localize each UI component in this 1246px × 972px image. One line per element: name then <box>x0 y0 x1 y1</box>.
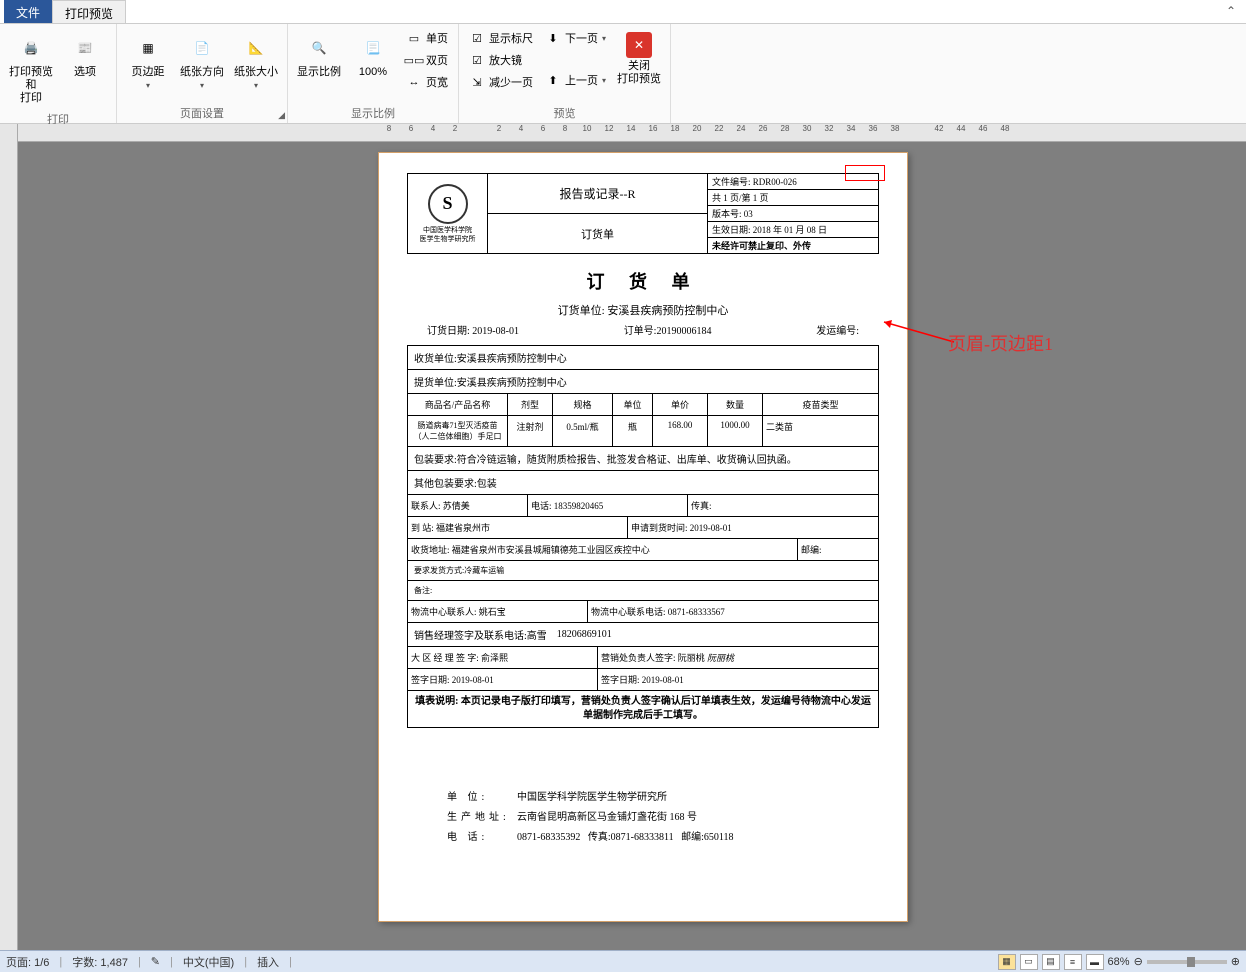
checkbox-checked-icon: ☑ <box>469 30 485 46</box>
paper-size-icon: 📐 <box>240 32 272 64</box>
zoom-slider[interactable] <box>1147 960 1227 964</box>
group-label-page-setup: 页面设置 <box>123 103 281 121</box>
group-zoom: 🔍 显示比例 📃 100% ▭单页 ▭▭双页 ↔页宽 显示比例 <box>288 24 459 123</box>
horizontal-ruler[interactable]: 8642246810121416182022242628303234363842… <box>18 124 1246 142</box>
two-pages-button[interactable]: ▭▭双页 <box>402 50 452 70</box>
margins-icon: ▦ <box>132 32 164 64</box>
view-web-layout-button[interactable]: ▤ <box>1042 954 1060 970</box>
group-label-preview: 预览 <box>465 103 664 121</box>
order-form-table: 收货单位: 安溪县疾病预防控制中心 提货单位: 安溪县疾病预防控制中心 商品名/… <box>407 345 879 728</box>
magnifier-checkbox[interactable]: ☑放大镜 <box>465 50 537 70</box>
zoom-button[interactable]: 🔍 显示比例 <box>294 28 344 83</box>
ribbon: 🖨️ 打印预览和打印 📰 选项 打印 ▦ 页边距▾ 📄 纸张方向▾ <box>0 24 1246 124</box>
page-width-button[interactable]: ↔页宽 <box>402 72 452 92</box>
zoom-100-button[interactable]: 📃 100% <box>348 28 398 83</box>
close-icon: ✕ <box>626 32 652 58</box>
workspace: 8642246810121416182022242628303234363842… <box>0 124 1246 950</box>
next-page-button[interactable]: ⬇下一页 ▾ <box>541 28 610 48</box>
doc-footer: 单 位:中国医学科学院医学生物学研究所 生产地址:云南省昆明高新区马金铺灯盏花街… <box>407 788 879 848</box>
page-setup-launcher-icon[interactable]: ◢ <box>278 110 285 121</box>
sub-title: 订货单 <box>488 214 707 253</box>
magnifier-icon: 🔍 <box>303 32 335 64</box>
print-preview-and-print-button[interactable]: 🖨️ 打印预览和打印 <box>6 28 56 109</box>
group-label-zoom: 显示比例 <box>294 103 452 121</box>
view-draft-button[interactable]: ▬ <box>1086 954 1104 970</box>
doc-header: S 中国医学科学院医学生物学研究所 报告或记录--R 订货单 文件编号: RDR… <box>407 173 879 254</box>
status-bar: 页面: 1/6 | 字数: 1,487 | ✎ | 中文(中国) | 插入 | … <box>0 950 1246 972</box>
orientation-icon: 📄 <box>186 32 218 64</box>
page-width-icon: ↔ <box>406 74 422 90</box>
group-preview: ☑显示标尺 ☑放大镜 ⇲减少一页 ⬇下一页 ▾ ⬆上一页 ▾ ✕ 关闭打印预览 … <box>459 24 671 123</box>
tab-file[interactable]: 文件 <box>4 0 52 23</box>
tab-print-preview[interactable]: 打印预览 <box>52 0 126 23</box>
status-word-count[interactable]: 字数: 1,487 <box>72 954 128 970</box>
arrow-down-icon: ⬇ <box>545 30 561 46</box>
options-icon: 📰 <box>69 32 101 64</box>
zoom-level[interactable]: 68% <box>1108 956 1130 968</box>
printer-icon: 🖨️ <box>15 32 47 64</box>
one-page-icon: ▭ <box>406 30 422 46</box>
shrink-one-page-button[interactable]: ⇲减少一页 <box>465 72 537 92</box>
group-print: 🖨️ 打印预览和打印 📰 选项 打印 <box>0 24 117 123</box>
checkbox-checked-icon: ☑ <box>469 52 485 68</box>
document-page: S 中国医学科学院医学生物学研究所 报告或记录--R 订货单 文件编号: RDR… <box>378 152 908 922</box>
view-print-layout-button[interactable]: ▦ <box>998 954 1016 970</box>
shrink-icon: ⇲ <box>469 74 485 90</box>
group-page-setup: ▦ 页边距▾ 📄 纸张方向▾ 📐 纸张大小▾ 页面设置 ◢ <box>117 24 288 123</box>
doc-main-title: 订 货 单 <box>407 268 879 294</box>
status-insert-mode[interactable]: 插入 <box>257 954 279 970</box>
two-pages-icon: ▭▭ <box>406 52 422 68</box>
orientation-button[interactable]: 📄 纸张方向▾ <box>177 28 227 96</box>
status-page[interactable]: 页面: 1/6 <box>6 954 49 970</box>
vertical-ruler[interactable] <box>0 124 18 950</box>
margins-button[interactable]: ▦ 页边距▾ <box>123 28 173 96</box>
status-proofing-icon[interactable]: ✎ <box>151 955 160 968</box>
report-title: 报告或记录--R <box>488 174 707 214</box>
close-preview-button[interactable]: ✕ 关闭打印预览 <box>614 28 664 90</box>
hundred-percent-icon: 📃 <box>357 32 389 64</box>
paper-size-button[interactable]: 📐 纸张大小▾ <box>231 28 281 96</box>
prev-page-button[interactable]: ⬆上一页 ▾ <box>541 70 610 90</box>
status-language[interactable]: 中文(中国) <box>183 954 234 970</box>
one-page-button[interactable]: ▭单页 <box>402 28 452 48</box>
options-button[interactable]: 📰 选项 <box>60 28 110 83</box>
zoom-in-button[interactable]: ⊕ <box>1231 955 1240 968</box>
show-ruler-checkbox[interactable]: ☑显示标尺 <box>465 28 537 48</box>
view-outline-button[interactable]: ≡ <box>1064 954 1082 970</box>
logo-icon: S <box>428 184 468 224</box>
tab-bar: 文件 打印预览 ⌃ <box>0 0 1246 24</box>
minimize-ribbon-icon[interactable]: ⌃ <box>1216 0 1246 23</box>
canvas[interactable]: S 中国医学科学院医学生物学研究所 报告或记录--R 订货单 文件编号: RDR… <box>18 142 1246 950</box>
zoom-out-button[interactable]: ⊖ <box>1134 955 1143 968</box>
arrow-up-icon: ⬆ <box>545 72 561 88</box>
annotation-label: 页眉-页边距1 <box>948 330 1053 356</box>
header-margin-highlight <box>845 165 885 181</box>
view-full-screen-button[interactable]: ▭ <box>1020 954 1038 970</box>
